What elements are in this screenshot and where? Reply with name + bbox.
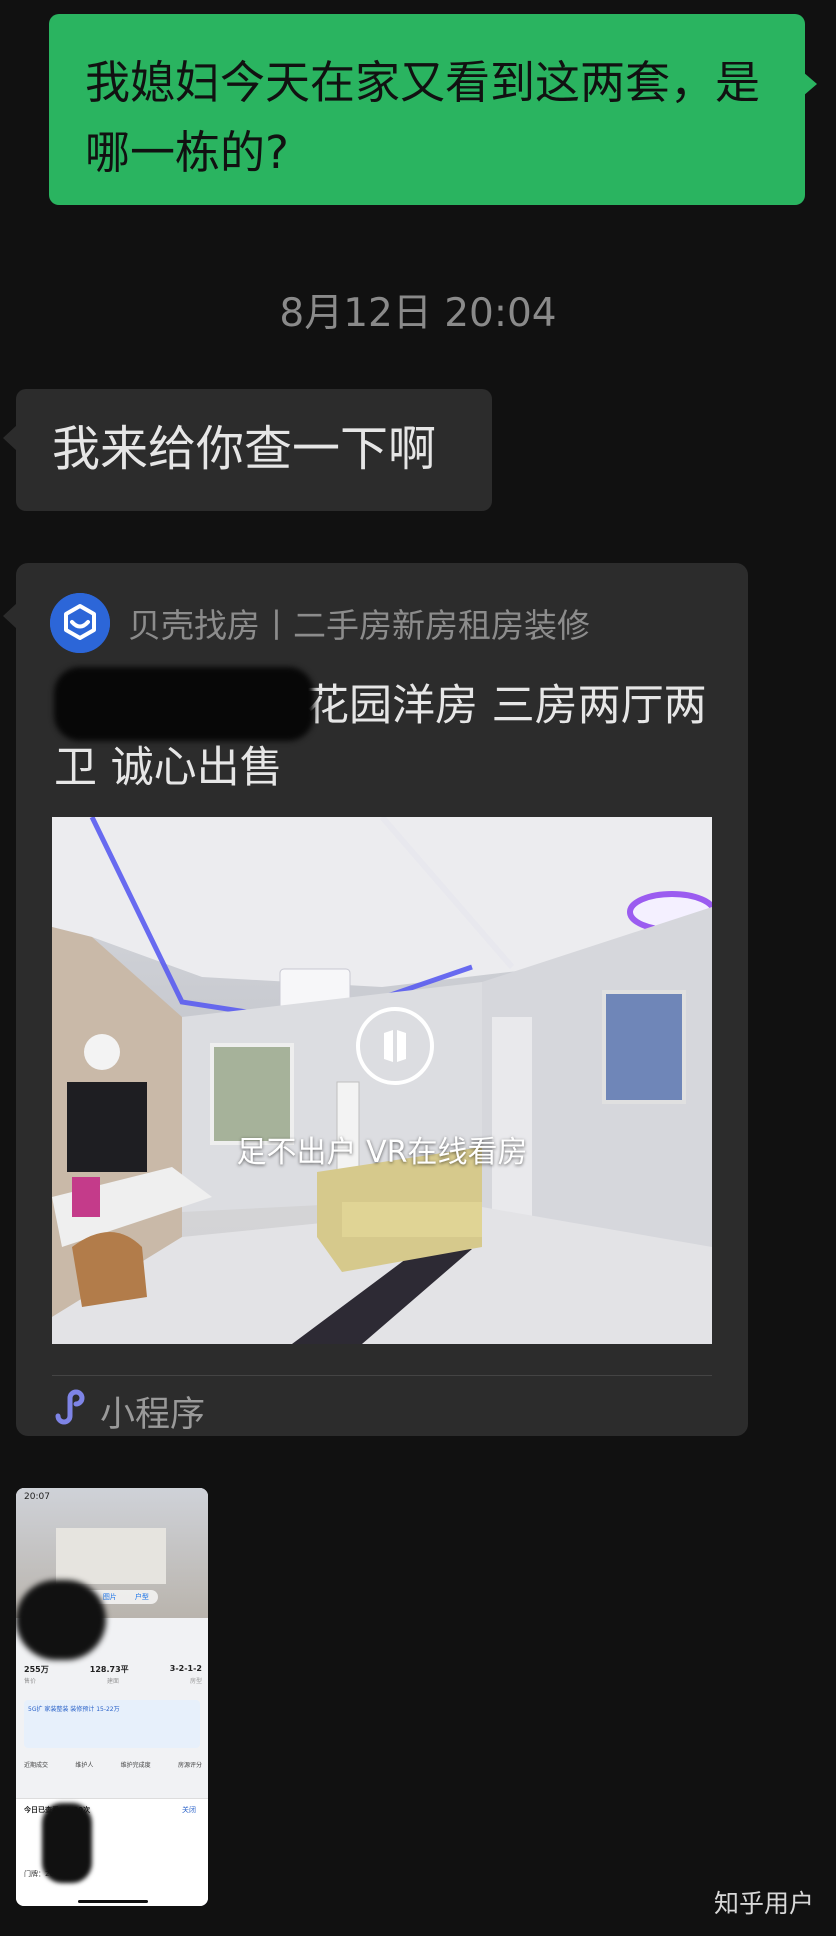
row-label-agent: 维护人 bbox=[75, 1762, 94, 1769]
row-label-deals: 近期成交 bbox=[24, 1762, 49, 1769]
screenshot-status-time: 20:07 bbox=[24, 1492, 50, 1502]
screenshot-promo: 5G扩 家装整装 装修预计 15-22万 bbox=[28, 1706, 120, 1713]
screenshot-row-labels: 近期成交 维护人 维护完成度 房源评分 bbox=[24, 1760, 202, 1769]
bubble-tail bbox=[803, 72, 817, 96]
stat-label-layout: 房型 bbox=[189, 1678, 202, 1685]
screenshot-stat-labels: 售价 建面 房型 bbox=[24, 1676, 202, 1685]
row-label-score: 房源评分 bbox=[177, 1762, 202, 1769]
mini-program-card[interactable]: 贝壳找房丨二手房新房租房装修 花园洋房 三房两厅两卫 诚心出售 足不出户 VR在… bbox=[3, 563, 748, 1436]
stat-label-area: 建面 bbox=[106, 1678, 119, 1685]
sent-message-bubble[interactable]: 我媳妇今天在家又看到这两套，是哪一栋的? bbox=[49, 14, 817, 205]
screenshot-popup: 今日已查看：1/30次 关闭 门牌：203 bbox=[16, 1798, 208, 1906]
received-message-text: 我来给你查一下啊 bbox=[52, 421, 437, 477]
redaction-mark bbox=[16, 1580, 106, 1660]
screenshot-popup-close: 关闭 bbox=[182, 1806, 196, 1814]
watermark: 知乎用户 bbox=[713, 1889, 814, 1918]
card-divider bbox=[52, 1375, 712, 1376]
bubble-tail bbox=[3, 425, 17, 451]
tab-photos: 图片 bbox=[102, 1593, 117, 1601]
received-message-bubble[interactable]: 我来给你查一下啊 bbox=[3, 389, 492, 511]
screenshot-room bbox=[56, 1528, 166, 1584]
beike-logo-icon bbox=[50, 593, 110, 653]
message-timestamp: 8月12日 20:04 bbox=[279, 291, 557, 336]
stat-label-price: 售价 bbox=[24, 1678, 37, 1685]
redaction-mark bbox=[54, 667, 314, 741]
tab-layout: 户型 bbox=[134, 1593, 149, 1601]
screenshot-stats: 255万 128.73平 3-2-1-2 bbox=[24, 1664, 202, 1675]
mini-program-app-name: 贝壳找房丨二手房新房租房装修 bbox=[128, 606, 590, 645]
sent-message-text: 我媳妇今天在家又看到这两套，是哪一栋的? bbox=[85, 56, 761, 179]
home-indicator bbox=[78, 1900, 148, 1903]
listing-thumbnail[interactable]: 足不出户 VR在线看房 bbox=[52, 817, 712, 1344]
stat-price: 255万 bbox=[24, 1665, 49, 1674]
screenshot-image-message[interactable]: 20:07 VR 图片 户型 255万 128.73平 3-2-1-2 售价 建… bbox=[16, 1488, 208, 1906]
vr-play-icon bbox=[356, 1007, 434, 1085]
mini-program-label: 小程序 bbox=[100, 1395, 206, 1435]
vr-caption: 足不出户 VR在线看房 bbox=[236, 1135, 528, 1170]
stat-layout: 3-2-1-2 bbox=[169, 1664, 202, 1673]
screenshot-promo-box: 5G扩 家装整装 装修预计 15-22万 bbox=[24, 1700, 200, 1748]
redaction-mark bbox=[42, 1803, 92, 1883]
row-label-progress: 维护完成度 bbox=[120, 1762, 151, 1769]
stat-area: 128.73平 bbox=[89, 1665, 129, 1674]
bubble-tail bbox=[3, 603, 17, 629]
mini-program-icon bbox=[50, 1386, 90, 1426]
